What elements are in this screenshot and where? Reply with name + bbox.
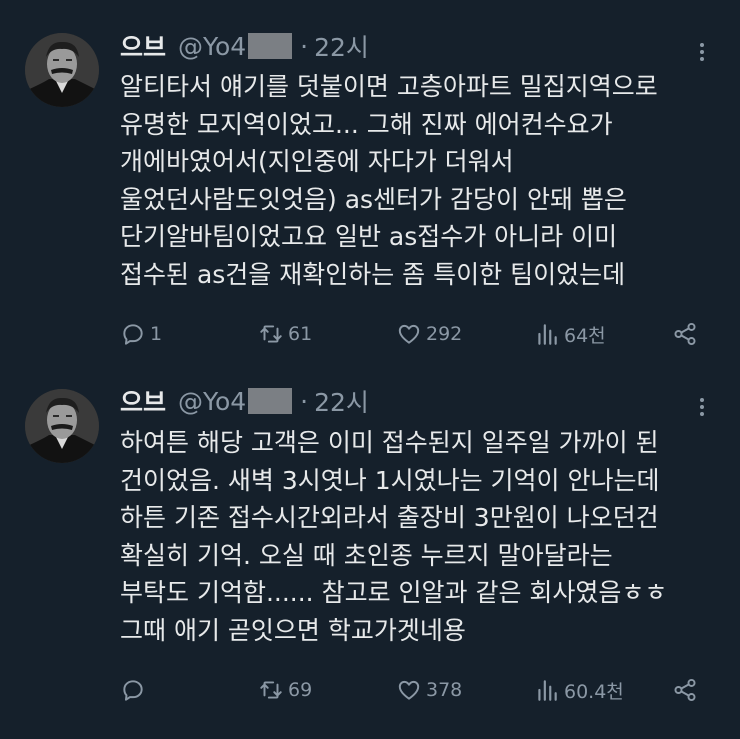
- tweet-text-line: 유명한 모지역이었고... 그해 진짜 에어컨수요가: [120, 109, 613, 139]
- views-chart-icon: [538, 324, 557, 345]
- share-button[interactable]: [672, 673, 698, 707]
- like-button[interactable]: 292: [396, 317, 462, 351]
- tweet-text: 알티타서 얘기를 덧붙이면 고층아파트 밀집지역으로 유명한 모지역이었고...…: [120, 68, 720, 294]
- tweet[interactable]: 으브 @Yo4 · 22시 알티타서 얘기를 덧붙이면 고층아파트 밀집지역으로…: [0, 0, 740, 370]
- avatar[interactable]: [25, 33, 99, 107]
- heart-icon: [398, 680, 420, 700]
- author-handle[interactable]: @Yo4: [178, 386, 293, 416]
- retweet-button[interactable]: 69: [258, 673, 312, 707]
- tweet-text-line: 울었던사람도잇엇음) as센터가 감당이 안돼 뽑은: [120, 184, 627, 214]
- redaction-box: [248, 388, 293, 414]
- tweet-header: 으브 @Yo4 · 22시: [120, 383, 369, 419]
- tweet-text-line: 그때 애기 곧잇으면 학교가겟네용: [120, 615, 466, 645]
- reply-icon: [123, 324, 143, 345]
- reply-button[interactable]: 1: [120, 317, 162, 351]
- redaction-box: [248, 33, 293, 59]
- tweet-text-line: 접수된 as건을 재확인하는 좀 특이한 팀이었는데: [120, 259, 626, 289]
- like-count: 292: [426, 323, 463, 345]
- tweet-text: 하여튼 해당 고객은 이미 접수된지 일주일 가까이 된 건이었음. 새벽 3시…: [120, 424, 720, 650]
- tweet[interactable]: 으브 @Yo4 · 22시 하여튼 해당 고객은 이미 접수된지 일주일 가까이…: [0, 370, 740, 739]
- heart-icon: [398, 324, 420, 344]
- views-chart-icon: [538, 680, 557, 701]
- tweet-text-line: 개에바였어서(지인중에 자다가 더워서: [120, 147, 514, 177]
- action-bar: 1 61 292 64천: [120, 317, 720, 351]
- share-icon: [674, 322, 696, 346]
- tweet-text-line: 하여튼 해당 고객은 이미 접수된지 일주일 가까이 된: [120, 428, 659, 457]
- timestamp[interactable]: 22시: [314, 28, 369, 64]
- like-count: 378: [426, 679, 463, 701]
- handle-text: @Yo4: [178, 386, 247, 416]
- retweet-count: 61: [288, 323, 313, 345]
- avatar[interactable]: [25, 389, 99, 463]
- tweet-text-line: 부탁도 기억함...... 참고로 인알과 같은 회사였음ㅎㅎ: [120, 578, 668, 608]
- more-options-icon[interactable]: [694, 40, 710, 66]
- tweet-text-line: 건이었음. 새벽 3시엿나 1시였나는 기억이 안나는데: [120, 465, 660, 495]
- tweet-text-line: 알티타서 얘기를 덧붙이면 고층아파트 밀집지역으로: [120, 72, 658, 101]
- views-button[interactable]: 60.4천: [534, 673, 624, 707]
- share-button[interactable]: [672, 317, 698, 351]
- tweet-text-line: 하튼 기존 접수시간외라서 출장비 3만원이 나오던건: [120, 503, 659, 533]
- tweet-header: 으브 @Yo4 · 22시: [120, 28, 369, 64]
- action-bar: 69 378 60.4천: [120, 673, 720, 707]
- author-name[interactable]: 으브: [120, 383, 166, 419]
- views-count: 60.4천: [564, 680, 624, 703]
- handle-text: @Yo4: [178, 31, 247, 61]
- separator-dot: ·: [300, 31, 309, 61]
- views-count: 64천: [564, 324, 606, 347]
- like-button[interactable]: 378: [396, 673, 462, 707]
- reply-count: 1: [150, 323, 163, 345]
- share-icon: [674, 678, 696, 702]
- author-handle[interactable]: @Yo4: [178, 31, 293, 61]
- reply-icon: [123, 680, 143, 701]
- reply-button[interactable]: [120, 673, 150, 707]
- more-options-icon[interactable]: [694, 395, 710, 421]
- tweet-text-line: 확실히 기억. 오실 때 초인종 누르지 말아달라는: [120, 540, 613, 570]
- retweet-icon: [260, 325, 282, 343]
- retweet-button[interactable]: 61: [258, 317, 312, 351]
- views-button[interactable]: 64천: [534, 317, 606, 351]
- retweet-icon: [260, 681, 282, 699]
- tweet-text-line: 단기알바팀이었고요 일반 as접수가 아니라 이미: [120, 222, 618, 252]
- separator-dot: ·: [300, 386, 309, 416]
- timestamp[interactable]: 22시: [314, 383, 369, 419]
- retweet-count: 69: [288, 679, 313, 701]
- author-name[interactable]: 으브: [120, 28, 166, 64]
